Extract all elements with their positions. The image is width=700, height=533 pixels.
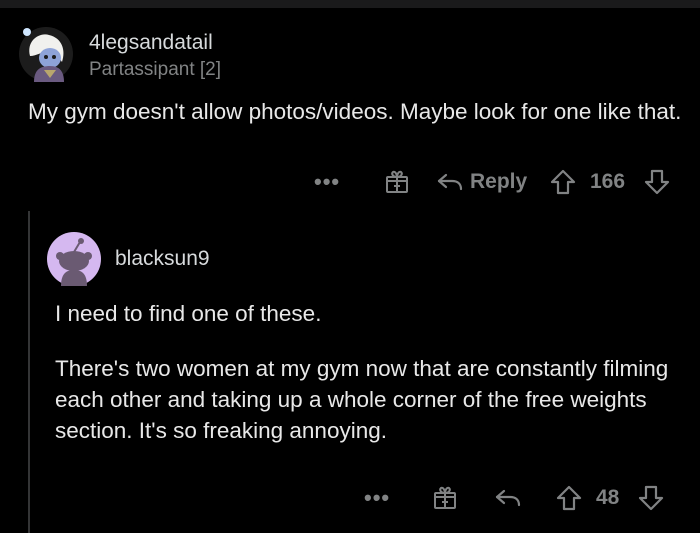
more-dots-icon: ••• [364, 485, 391, 510]
user-avatar-icon[interactable] [47, 232, 101, 286]
downvote-button[interactable] [638, 478, 664, 518]
reply-button[interactable]: Reply [436, 162, 527, 202]
award-button[interactable] [432, 478, 458, 518]
reply-paragraph: There's two women at my gym now that are… [55, 356, 669, 443]
comment-body: My gym doesn't allow photos/videos. Mayb… [28, 99, 682, 124]
downvote-button[interactable] [644, 162, 670, 202]
upvote-arrow-icon [556, 484, 582, 512]
user-flair: Partassipant [2] [89, 59, 222, 80]
thread-line[interactable] [28, 211, 30, 533]
reply-arrow-icon [436, 170, 464, 194]
reply-action-bar: ••• 48 [360, 478, 700, 518]
downvote-arrow-icon [644, 168, 670, 196]
more-dots-icon: ••• [314, 169, 341, 194]
downvote-arrow-icon [638, 484, 664, 512]
upvote-arrow-icon [550, 168, 576, 196]
reply-paragraph: I need to find one of these. [55, 301, 322, 326]
reply-body: I need to find one of these. There's two… [55, 298, 685, 470]
upvote-button[interactable] [556, 478, 582, 518]
award-gift-icon [432, 485, 458, 511]
award-button[interactable] [384, 162, 410, 202]
vote-count: 166 [590, 170, 626, 193]
comment-action-bar: ••• Reply 166 [310, 162, 700, 202]
user-avatar-icon[interactable] [18, 26, 74, 82]
award-gift-icon [384, 169, 410, 195]
more-options-button[interactable]: ••• [364, 478, 390, 518]
upvote-button[interactable] [550, 162, 576, 202]
reply-button[interactable] [494, 478, 522, 518]
vote-count: 48 [596, 486, 620, 509]
top-edge-bar [0, 0, 700, 8]
reply-arrow-icon [494, 486, 522, 510]
reply-username[interactable]: blacksun9 [115, 246, 210, 272]
reply-label: Reply [470, 170, 528, 193]
more-options-button[interactable]: ••• [314, 162, 340, 202]
comment-username[interactable]: 4legsandatail [89, 30, 213, 56]
